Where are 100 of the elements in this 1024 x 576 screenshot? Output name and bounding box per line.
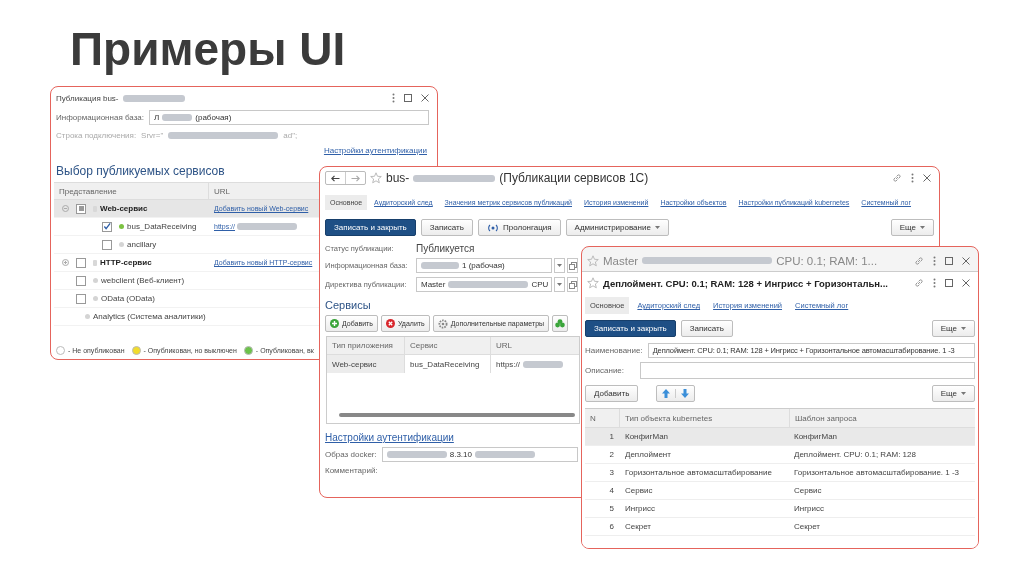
redaction-smudge bbox=[122, 94, 185, 102]
window-title: CPU: 0.1; RAM: 1... bbox=[776, 254, 878, 267]
star-icon[interactable] bbox=[587, 254, 599, 267]
plus-icon bbox=[330, 319, 339, 328]
table-cell-text: Сервис bbox=[793, 485, 823, 497]
tree-row[interactable]: OData (OData) bbox=[54, 290, 320, 308]
more-button[interactable]: Еще bbox=[890, 219, 934, 236]
open-icon bbox=[568, 280, 577, 289]
clover-icon bbox=[555, 318, 566, 329]
table-cell-text: 1 bbox=[608, 431, 615, 443]
column-header: Шаблон запроса bbox=[789, 409, 862, 427]
more-icon[interactable] bbox=[933, 278, 936, 288]
table-cell-text: 5 bbox=[608, 503, 615, 515]
more-icon[interactable] bbox=[933, 255, 936, 266]
prolongation-button[interactable]: Пролонгация bbox=[477, 219, 561, 236]
checkbox[interactable] bbox=[102, 239, 112, 250]
table-row[interactable]: 3 Горизонтальное автомасштабирование Горизонтальное автомасштабирование. 1 -3 bbox=[585, 464, 975, 482]
input-field[interactable]: Master CPU bbox=[416, 277, 552, 292]
table-row[interactable]: 2 Деплоймент Деплоймент. CPU: 0.1; RAM: 128 bbox=[585, 446, 975, 464]
table-cell[interactable]: bus_DataReceiving bbox=[405, 355, 491, 373]
checkbox[interactable] bbox=[76, 293, 86, 304]
forward-arrow-icon[interactable] bbox=[351, 174, 360, 182]
expand-icon[interactable] bbox=[62, 259, 69, 266]
input-field[interactable]: 1 (рабочая) bbox=[416, 258, 552, 273]
window-title: Master bbox=[603, 254, 639, 267]
column-header: N bbox=[589, 412, 597, 425]
table-row[interactable]: 1 КонфигMan КонфигMan bbox=[585, 428, 975, 446]
back-arrow-icon[interactable] bbox=[331, 174, 340, 182]
checkbox[interactable] bbox=[76, 257, 86, 268]
checkbox[interactable] bbox=[76, 203, 86, 214]
maximize-icon[interactable] bbox=[404, 94, 412, 102]
field-label: Наименование: bbox=[585, 346, 643, 355]
table-cell-text: Ингрисс bbox=[793, 503, 825, 515]
status-value: Публикуется bbox=[416, 243, 475, 254]
table-row[interactable]: 5 Ингрисс Ингрисс bbox=[585, 500, 975, 518]
caret-icon bbox=[557, 264, 562, 267]
more-button[interactable]: Еще bbox=[931, 320, 975, 337]
maximize-icon[interactable] bbox=[945, 256, 953, 265]
down-arrow-icon[interactable] bbox=[681, 389, 690, 398]
tree-item-label: Web-сервис bbox=[100, 204, 148, 213]
field-label: Информационная база: bbox=[56, 113, 145, 122]
link-icon[interactable] bbox=[914, 278, 924, 288]
checkbox[interactable] bbox=[102, 221, 112, 232]
tree-row[interactable]: ancillary bbox=[54, 236, 320, 254]
more-icon[interactable] bbox=[392, 93, 395, 103]
more-button[interactable]: Еще bbox=[931, 385, 975, 402]
add-button[interactable]: Добавить bbox=[585, 385, 639, 402]
save-and-close-button[interactable]: Записать и закрыть bbox=[585, 320, 676, 337]
table-cell[interactable]: https:// bbox=[491, 355, 579, 373]
auth-settings-link[interactable]: Настройки аутентификации bbox=[323, 146, 427, 155]
close-icon[interactable] bbox=[421, 94, 429, 102]
close-icon[interactable] bbox=[962, 256, 970, 265]
save-and-close-button[interactable]: Записать и закрыть bbox=[325, 219, 416, 236]
tree-item-label: bus_DataReceiving bbox=[127, 222, 197, 231]
close-icon[interactable] bbox=[923, 174, 931, 182]
tree-item-label: HTTP-сервис bbox=[100, 258, 152, 267]
input-field[interactable]: Л (рабочая) bbox=[149, 110, 430, 125]
up-arrow-icon[interactable] bbox=[662, 389, 671, 398]
save-button[interactable]: Записать bbox=[680, 320, 733, 337]
more-icon[interactable] bbox=[911, 173, 914, 183]
tree-row[interactable]: webclient (Веб-клиент) bbox=[54, 272, 320, 290]
dropdown-button[interactable] bbox=[554, 277, 565, 292]
icon-button[interactable] bbox=[552, 315, 569, 332]
section-heading: Выбор публикуемых сервисов bbox=[55, 163, 226, 180]
open-button[interactable] bbox=[567, 277, 578, 292]
checkbox[interactable] bbox=[76, 275, 86, 286]
caret-icon bbox=[920, 226, 925, 229]
table-cell-text: 4 bbox=[608, 485, 615, 497]
collapse-icon[interactable] bbox=[62, 205, 69, 212]
redaction-smudge bbox=[421, 262, 459, 269]
auth-settings-link[interactable]: Настройки аутентификации bbox=[325, 432, 454, 443]
redaction-smudge bbox=[475, 451, 535, 458]
link-icon[interactable] bbox=[892, 173, 902, 183]
caret-icon bbox=[961, 327, 966, 330]
star-icon[interactable] bbox=[370, 172, 382, 184]
scrollbar[interactable] bbox=[339, 413, 575, 417]
table-row[interactable]: 4 Сервис Сервис bbox=[585, 482, 975, 500]
dropdown-button[interactable] bbox=[554, 258, 565, 273]
star-icon[interactable] bbox=[587, 277, 599, 289]
tree-item-label: ancillary bbox=[127, 240, 157, 249]
maximize-icon[interactable] bbox=[945, 279, 953, 287]
dropdown-button[interactable]: Администрирование bbox=[565, 219, 669, 236]
redaction-smudge bbox=[523, 360, 563, 368]
tree-item-label: Analytics (Система аналитики) bbox=[93, 312, 206, 321]
table-cell[interactable]: Web-сервис bbox=[327, 355, 405, 373]
close-icon[interactable] bbox=[962, 279, 970, 287]
table-cell-text: Деплоймент. CPU: 0.1; RAM: 128 bbox=[793, 449, 917, 461]
open-button[interactable] bbox=[567, 258, 578, 273]
column-header: Сервис bbox=[405, 337, 491, 354]
column-header: Тип объекта kubernetes bbox=[619, 409, 789, 427]
caret-icon bbox=[654, 226, 660, 229]
column-header: URL bbox=[213, 185, 231, 198]
input-field[interactable]: 8.3.10 bbox=[381, 447, 578, 462]
table-row[interactable]: 6 Секрет Секрет bbox=[585, 518, 975, 536]
table-cell-text: КонфигMan bbox=[624, 431, 670, 443]
field-label: Образ docker: bbox=[325, 450, 377, 459]
input-field[interactable] bbox=[640, 362, 975, 379]
save-button[interactable]: Записать bbox=[420, 219, 473, 236]
caret-icon bbox=[961, 392, 966, 395]
link-icon[interactable] bbox=[914, 255, 924, 266]
